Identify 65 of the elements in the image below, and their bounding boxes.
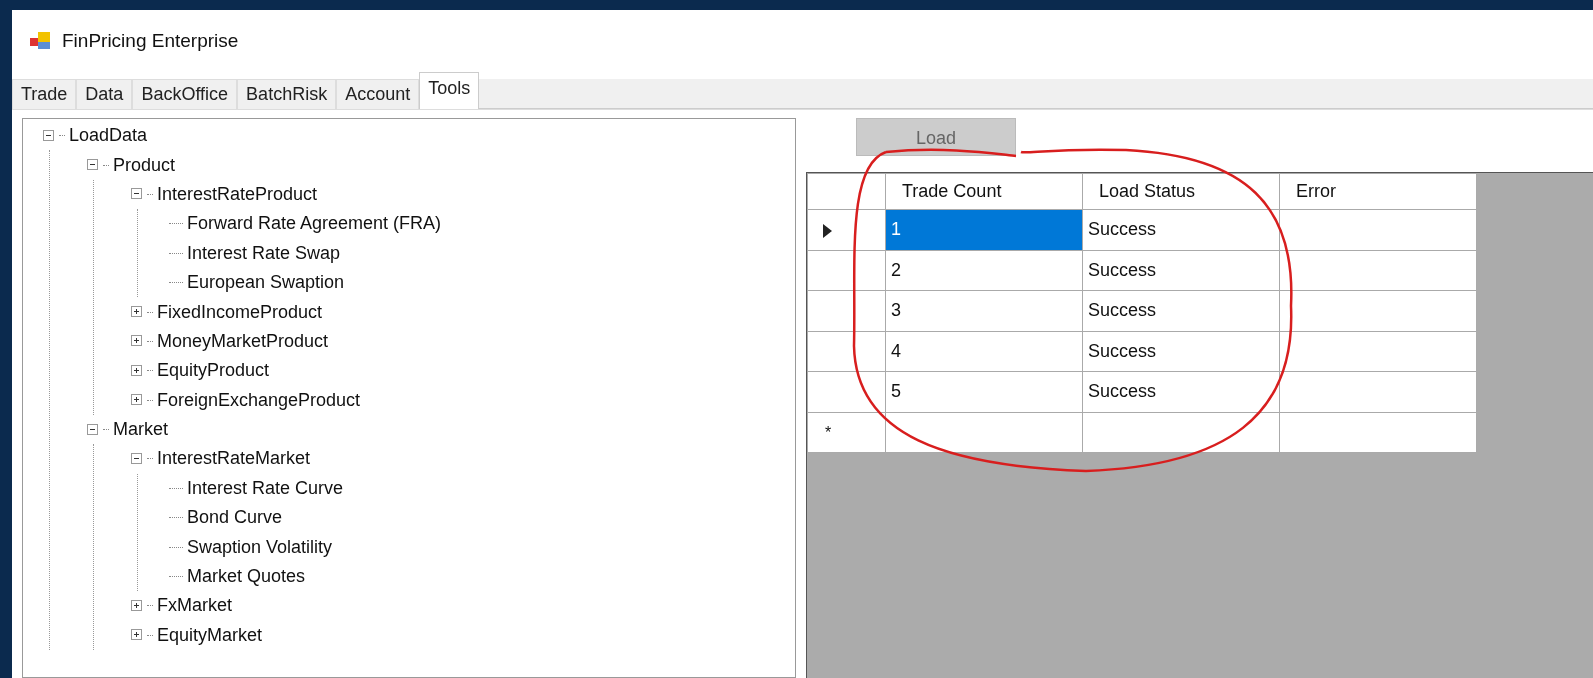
- tree-item[interactable]: Market: [113, 416, 168, 444]
- tree-item[interactable]: InterestRateProduct: [157, 180, 318, 208]
- table-cell[interactable]: Success: [1082, 371, 1280, 412]
- column-header[interactable]: Error: [1279, 173, 1477, 210]
- tab[interactable]: Trade: [12, 79, 77, 109]
- table-cell[interactable]: 3: [885, 290, 1083, 331]
- table-cell[interactable]: 5: [885, 371, 1083, 412]
- tree-item[interactable]: Forward Rate Agreement (FRA): [187, 210, 442, 238]
- tree-item[interactable]: Interest Rate Curve: [187, 474, 344, 502]
- tree-item[interactable]: Market Quotes: [187, 563, 306, 591]
- tree-item[interactable]: FxMarket: [157, 592, 232, 620]
- tree-item[interactable]: European Swaption: [187, 269, 345, 297]
- table-cell[interactable]: 1: [885, 209, 1083, 250]
- row-header[interactable]: [807, 250, 886, 291]
- tree-item[interactable]: InterestRateMarket: [157, 445, 311, 473]
- tab[interactable]: Tools: [419, 72, 480, 109]
- expand-icon[interactable]: [131, 335, 143, 348]
- tree-item[interactable]: Bond Curve: [187, 504, 283, 532]
- tree-item[interactable]: MoneyMarketProduct: [157, 327, 329, 355]
- tree-item[interactable]: EquityProduct: [157, 357, 270, 385]
- table-cell[interactable]: Success: [1082, 290, 1280, 331]
- table-cell[interactable]: Success: [1082, 331, 1280, 372]
- collapse-icon[interactable]: [87, 159, 99, 172]
- table-cell[interactable]: Success: [1082, 250, 1280, 291]
- tab[interactable]: BackOffice: [132, 79, 238, 109]
- tab[interactable]: Data: [76, 79, 133, 109]
- tree-item[interactable]: Interest Rate Swap: [187, 239, 341, 267]
- table-cell[interactable]: [1279, 290, 1477, 331]
- tree-item[interactable]: EquityMarket: [157, 621, 263, 649]
- collapse-icon[interactable]: [87, 423, 99, 436]
- expand-icon[interactable]: [131, 364, 143, 377]
- row-header[interactable]: [807, 290, 886, 331]
- row-header[interactable]: [807, 331, 886, 372]
- table-cell[interactable]: 4: [885, 331, 1083, 372]
- column-header[interactable]: Load Status: [1082, 173, 1280, 210]
- tree-item[interactable]: FixedIncomeProduct: [157, 298, 323, 326]
- row-header[interactable]: [807, 371, 886, 412]
- table-cell[interactable]: [1279, 412, 1477, 453]
- table-cell[interactable]: [1279, 209, 1477, 250]
- expand-icon[interactable]: [131, 599, 143, 612]
- app-icon: [30, 31, 52, 51]
- collapse-icon[interactable]: [131, 188, 143, 201]
- tab[interactable]: BatchRisk: [237, 79, 337, 109]
- tree-item[interactable]: Product: [113, 151, 176, 179]
- expand-icon[interactable]: [131, 629, 143, 642]
- tree-item[interactable]: ForeignExchangeProduct: [157, 386, 361, 414]
- column-header[interactable]: Trade Count: [885, 173, 1083, 210]
- tree-item[interactable]: Swaption Volatility: [187, 533, 333, 561]
- row-header[interactable]: [807, 209, 886, 250]
- table-cell[interactable]: 2: [885, 250, 1083, 291]
- table-cell[interactable]: [885, 412, 1083, 453]
- tab[interactable]: Account: [336, 79, 420, 109]
- table-cell[interactable]: [1279, 331, 1477, 372]
- table-cell[interactable]: Success: [1082, 209, 1280, 250]
- window-title: FinPricing Enterprise: [62, 28, 239, 53]
- current-row-icon: [823, 223, 832, 238]
- new-row-marker: *: [825, 423, 832, 441]
- table-cell[interactable]: [1279, 250, 1477, 291]
- table-cell[interactable]: [1082, 412, 1280, 453]
- expand-icon[interactable]: [131, 394, 143, 407]
- tree-item[interactable]: LoadData: [69, 122, 148, 150]
- collapse-icon[interactable]: [43, 129, 55, 142]
- collapse-icon[interactable]: [131, 453, 143, 465]
- table-cell[interactable]: [1279, 371, 1477, 412]
- expand-icon[interactable]: [131, 306, 143, 319]
